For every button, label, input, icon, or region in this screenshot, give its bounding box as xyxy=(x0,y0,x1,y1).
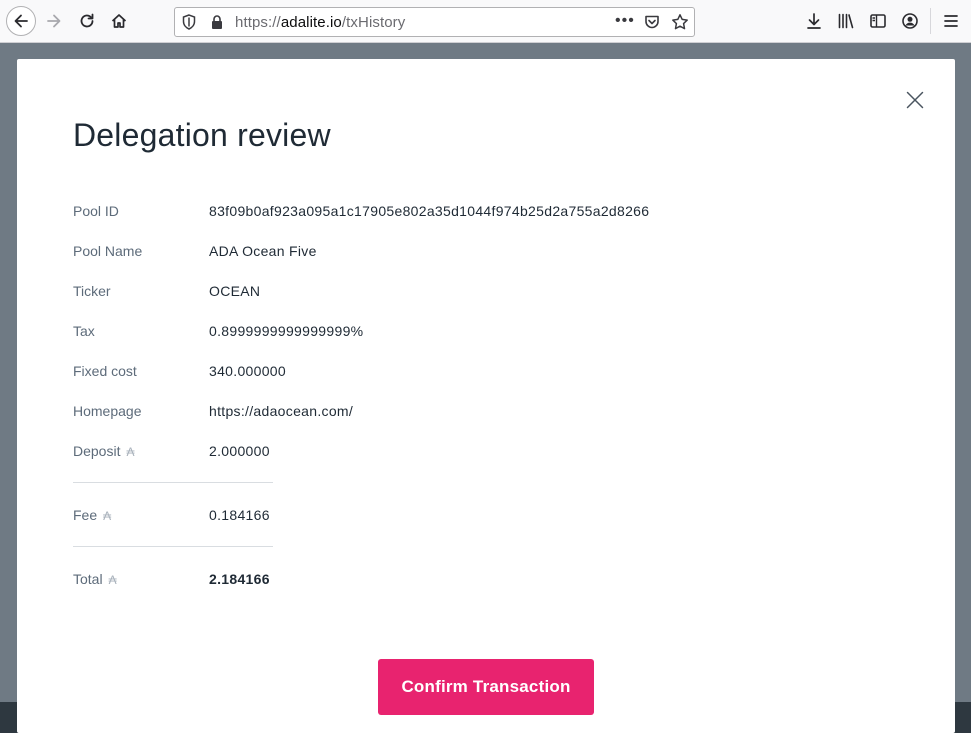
hamburger-menu-icon[interactable] xyxy=(943,12,959,30)
browser-toolbar: https://adalite.io/txHistory ••• xyxy=(0,0,971,43)
fixed-cost-value: 340.000000 xyxy=(209,363,286,379)
close-button[interactable] xyxy=(905,90,925,110)
back-button[interactable] xyxy=(6,6,36,36)
confirm-transaction-button[interactable]: Confirm Transaction xyxy=(378,659,594,715)
url-scheme: https:// xyxy=(235,14,281,31)
url-host: adalite.io xyxy=(280,14,342,31)
homepage-value: https://adaocean.com/ xyxy=(209,403,354,419)
arrow-right-icon xyxy=(47,14,61,28)
account-icon[interactable] xyxy=(901,12,919,30)
lock-icon[interactable] xyxy=(210,14,224,30)
url-path: /txHistory xyxy=(341,14,406,31)
toolbar-separator xyxy=(930,8,931,34)
close-icon xyxy=(906,91,924,109)
fixed-cost-label: Fixed cost xyxy=(73,363,137,379)
forward-button[interactable] xyxy=(39,6,69,36)
fee-value: 0.184166 xyxy=(209,507,270,523)
deposit-label: Deposit xyxy=(73,443,121,459)
deposit-label-wrap: Deposit ₳ xyxy=(73,443,134,459)
download-icon[interactable] xyxy=(805,12,823,30)
total-value: 2.184166 xyxy=(209,571,270,587)
fee-label: Fee xyxy=(73,507,98,523)
pool-name-value: ADA Ocean Five xyxy=(209,243,317,259)
total-label: Total xyxy=(73,571,103,587)
page-actions-menu-icon[interactable]: ••• xyxy=(615,12,635,30)
reload-button[interactable] xyxy=(72,6,102,36)
ada-currency-icon: ₳ xyxy=(108,573,117,587)
pool-id-value: 83f09b0af923a095a1c17905e802a35d1044f974… xyxy=(209,203,650,219)
address-bar[interactable]: https://adalite.io/txHistory ••• xyxy=(174,7,695,37)
ada-currency-icon: ₳ xyxy=(103,509,112,523)
tax-value: 0.8999999999999999% xyxy=(209,323,364,339)
divider xyxy=(73,546,273,547)
divider xyxy=(73,482,273,483)
pool-name-label: Pool Name xyxy=(73,243,143,259)
library-icon[interactable] xyxy=(837,12,855,30)
home-icon xyxy=(111,14,127,28)
ticker-value: OCEAN xyxy=(209,283,261,299)
ada-currency-icon: ₳ xyxy=(126,445,135,459)
arrow-left-icon xyxy=(14,14,28,28)
tax-label: Tax xyxy=(73,323,95,339)
home-button[interactable] xyxy=(104,6,134,36)
ticker-label: Ticker xyxy=(73,283,111,299)
modal-title: Delegation review xyxy=(73,117,331,153)
sidebar-icon[interactable] xyxy=(869,12,887,30)
delegation-review-modal: Delegation review Pool ID 83f09b0af923a0… xyxy=(17,59,955,733)
url-text[interactable]: https://adalite.io/txHistory xyxy=(235,14,405,31)
total-label-wrap: Total ₳ xyxy=(73,571,117,587)
tracking-shield-icon[interactable] xyxy=(182,14,196,30)
pool-id-label: Pool ID xyxy=(73,203,119,219)
homepage-label: Homepage xyxy=(73,403,142,419)
deposit-value: 2.000000 xyxy=(209,443,270,459)
fee-label-wrap: Fee ₳ xyxy=(73,507,111,523)
bookmark-star-icon[interactable] xyxy=(671,13,689,31)
pocket-icon[interactable] xyxy=(644,14,660,30)
reload-icon xyxy=(80,13,94,28)
